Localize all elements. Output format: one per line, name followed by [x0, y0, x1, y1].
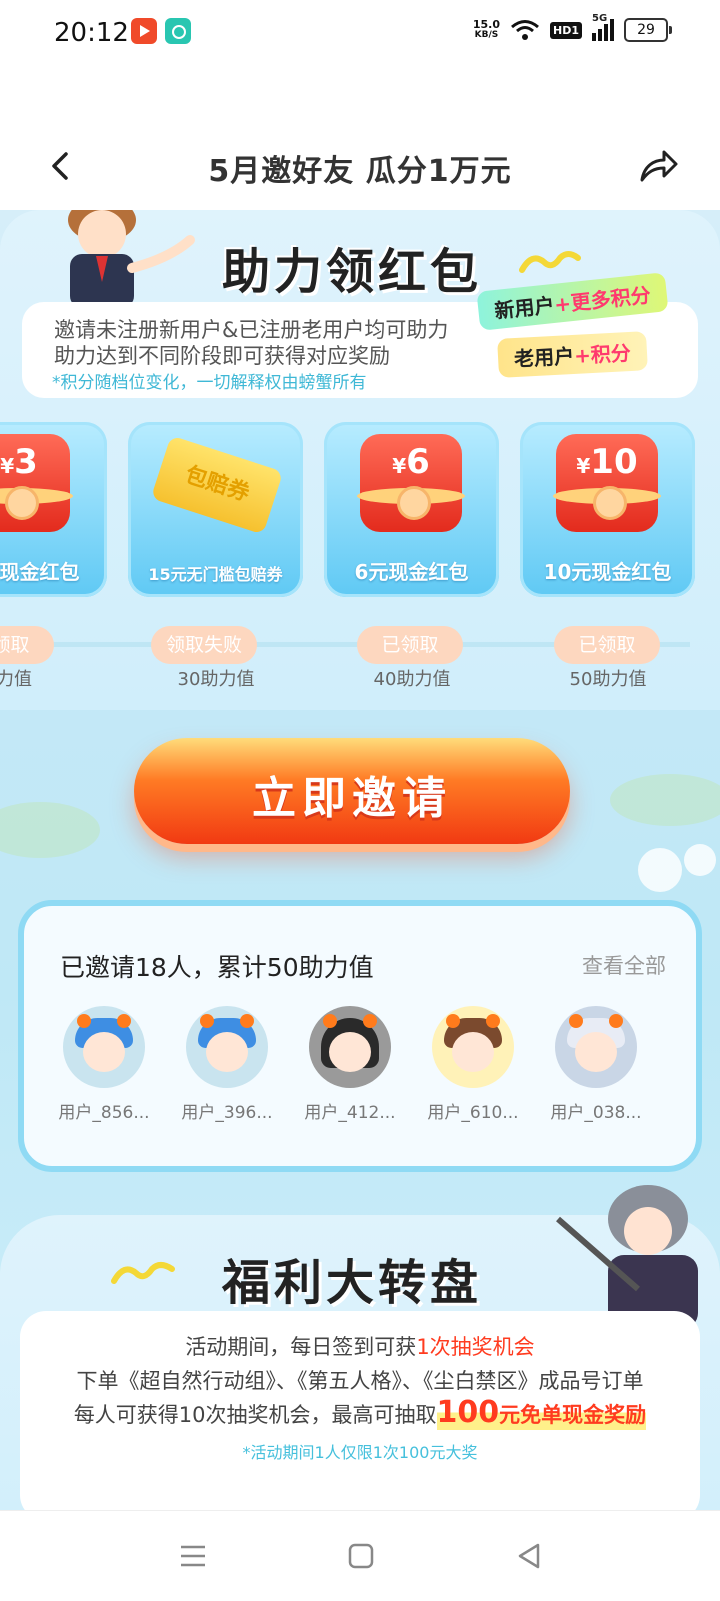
- reward-status-pill: 领取失败: [151, 626, 257, 664]
- boost-section: 助力领红包 邀请未注册新用户&已注册老用户均可助力 助力达到不同阶段即可获得对应…: [0, 210, 720, 710]
- invited-friends-card: 已邀请18人，累计50助力值 查看全部 用户_856... 用户_396... …: [18, 900, 702, 1172]
- invite-now-label: 立即邀请: [252, 773, 452, 824]
- friend-item[interactable]: 用户_412...: [300, 1006, 400, 1123]
- wheel-rule-highlight: 1次抽奖机会: [416, 1335, 535, 1359]
- friend-name: 用户_610...: [427, 1103, 519, 1123]
- boost-title: 助力领红包: [201, 232, 523, 302]
- back-triangle-icon[interactable]: [514, 1541, 544, 1571]
- invite-now-button[interactable]: 立即邀请: [134, 738, 570, 844]
- wheel-max-prize-text: 元免单现金奖励: [499, 1403, 647, 1427]
- wifi-icon: [511, 20, 539, 40]
- battery-icon: 29: [624, 18, 672, 42]
- network-type: 5G: [592, 13, 608, 24]
- boost-note: *积分随档位变化，一切解释权由螃蟹所有: [52, 373, 367, 393]
- reward-label: 现金红包: [0, 560, 80, 584]
- wheel-max-prize-amount: 100: [436, 1395, 500, 1430]
- currency-symbol: ¥: [0, 454, 15, 478]
- squiggle-decoration: [111, 1262, 175, 1284]
- wheel-rule-line1: 活动期间，每日签到可获1次抽奖机会: [20, 1331, 700, 1361]
- reward-card-10[interactable]: ¥10 10元现金红包: [520, 422, 695, 597]
- reward-label: 6元现金红包: [354, 560, 469, 584]
- wheel-rule-text: 每人可获得10次抽奖机会，最高可抽取: [73, 1403, 437, 1427]
- new-user-label: 新用户: [493, 292, 556, 324]
- avatar: [63, 1006, 145, 1088]
- old-user-bonus: +积分: [573, 340, 632, 368]
- wheel-max-prize: 100元免单现金奖励: [436, 1395, 647, 1430]
- lucky-wheel-rules: 活动期间，每日签到可获1次抽奖机会 下单《超自然行动组》、《第五人格》、《尘白禁…: [20, 1311, 700, 1510]
- reward-amount: 10: [590, 442, 638, 482]
- page-title: 5月邀好友 瓜分1万元: [208, 154, 512, 189]
- avatar: [432, 1006, 514, 1088]
- friend-name: 用户_856...: [58, 1103, 150, 1123]
- red-envelope-icon: ¥3: [0, 434, 73, 532]
- wheel-rule-line3: 每人可获得10次抽奖机会，最高可抽取100元免单现金奖励: [20, 1395, 700, 1430]
- reward-card-6[interactable]: ¥6 6元现金红包: [324, 422, 499, 597]
- reward-label: 10元现金红包: [543, 560, 672, 584]
- wheel-rule-text: 活动期间，每日签到可获: [185, 1335, 417, 1359]
- friend-name: 用户_396...: [181, 1103, 273, 1123]
- top-nav-bar: 5月邀好友 瓜分1万元: [0, 120, 720, 210]
- avatar: [555, 1006, 637, 1088]
- wheel-rule-line2: 下单《超自然行动组》、《第五人格》、《尘白禁区》成品号订单: [76, 1369, 644, 1393]
- red-envelope-icon: ¥10: [553, 434, 661, 532]
- home-square-icon[interactable]: [346, 1541, 376, 1571]
- network-speed-unit: KB/S: [474, 30, 499, 40]
- invite-summary: 已邀请18人，累计50助力值: [60, 953, 374, 982]
- reward-label: 15元无门槛包赔券: [148, 565, 283, 584]
- reward-status-pill: 已领取: [0, 626, 54, 664]
- old-user-tag: 老用户+积分: [497, 331, 648, 378]
- status-time: 20:12: [54, 18, 129, 48]
- wheel-note: *活动期间1人仅限1次100元大奖: [242, 1443, 478, 1462]
- activity-content: 助力领红包 邀请未注册新用户&已注册老用户均可助力 助力达到不同阶段即可获得对应…: [0, 210, 720, 1510]
- system-nav-bar: [0, 1510, 720, 1601]
- reward-tiers: ¥3 现金红包 包赔券 15元无门槛包赔券 ¥6 6元现金红包 ¥10 10元现…: [0, 422, 720, 602]
- currency-symbol: ¥: [576, 454, 591, 478]
- share-icon[interactable]: [636, 146, 680, 186]
- status-bar: 20:12 15.0 KB/S HD1 5G 29: [0, 0, 720, 64]
- reward-card-3[interactable]: ¥3 现金红包: [0, 422, 107, 597]
- friend-name: 用户_412...: [304, 1103, 396, 1123]
- reward-card-coupon[interactable]: 包赔券 15元无门槛包赔券: [128, 422, 303, 597]
- reward-points-label: 40助力值: [373, 669, 451, 690]
- reward-status-pill: 已领取: [554, 626, 660, 664]
- compensation-coupon-icon: 包赔券: [150, 435, 284, 535]
- boost-desc-line2: 助力达到不同阶段即可获得对应奖励: [54, 344, 390, 368]
- reward-status-pill: 已领取: [357, 626, 463, 664]
- view-all-link[interactable]: 查看全部: [582, 950, 666, 980]
- avatar: [186, 1006, 268, 1088]
- reward-amount: 3: [14, 442, 38, 482]
- network-speed-value: 15.0: [472, 18, 500, 31]
- status-indicators: 15.0 KB/S HD1 5G 29: [473, 13, 672, 42]
- friend-item[interactable]: 用户_856...: [54, 1006, 154, 1123]
- old-user-label: 老用户: [513, 343, 575, 372]
- network-speed: 15.0 KB/S: [473, 19, 500, 41]
- currency-symbol: ¥: [392, 454, 407, 478]
- hd-badge: HD1: [550, 21, 582, 39]
- character-illustration: [68, 210, 195, 308]
- reward-amount: 6: [406, 442, 430, 482]
- reward-points-label: 50助力值: [569, 669, 647, 690]
- cellular-signal: 5G: [592, 13, 614, 41]
- reward-points-label: 助力值: [0, 669, 32, 690]
- red-envelope-icon: ¥6: [357, 434, 465, 532]
- new-user-bonus: +更多积分: [553, 282, 652, 317]
- video-app-icon: [131, 18, 157, 44]
- squiggle-decoration: [519, 251, 581, 273]
- friend-name: 用户_038...: [550, 1103, 642, 1123]
- lucky-wheel-title: 福利大转盘: [181, 1243, 533, 1313]
- lucky-wheel-section: 福利大转盘 活动期间，每日签到可获1次抽奖机会 下单《超自然行动组》、《第五人格…: [0, 1185, 720, 1510]
- friend-item[interactable]: 用户_610...: [423, 1006, 523, 1123]
- friend-item[interactable]: 用户_038...: [546, 1006, 646, 1123]
- friend-item[interactable]: 用户_396...: [177, 1006, 277, 1123]
- chat-app-icon: [165, 18, 191, 44]
- reward-points-label: 30助力值: [177, 669, 255, 690]
- character-illustration: [556, 1185, 698, 1329]
- avatar: [309, 1006, 391, 1088]
- menu-icon[interactable]: [178, 1541, 208, 1571]
